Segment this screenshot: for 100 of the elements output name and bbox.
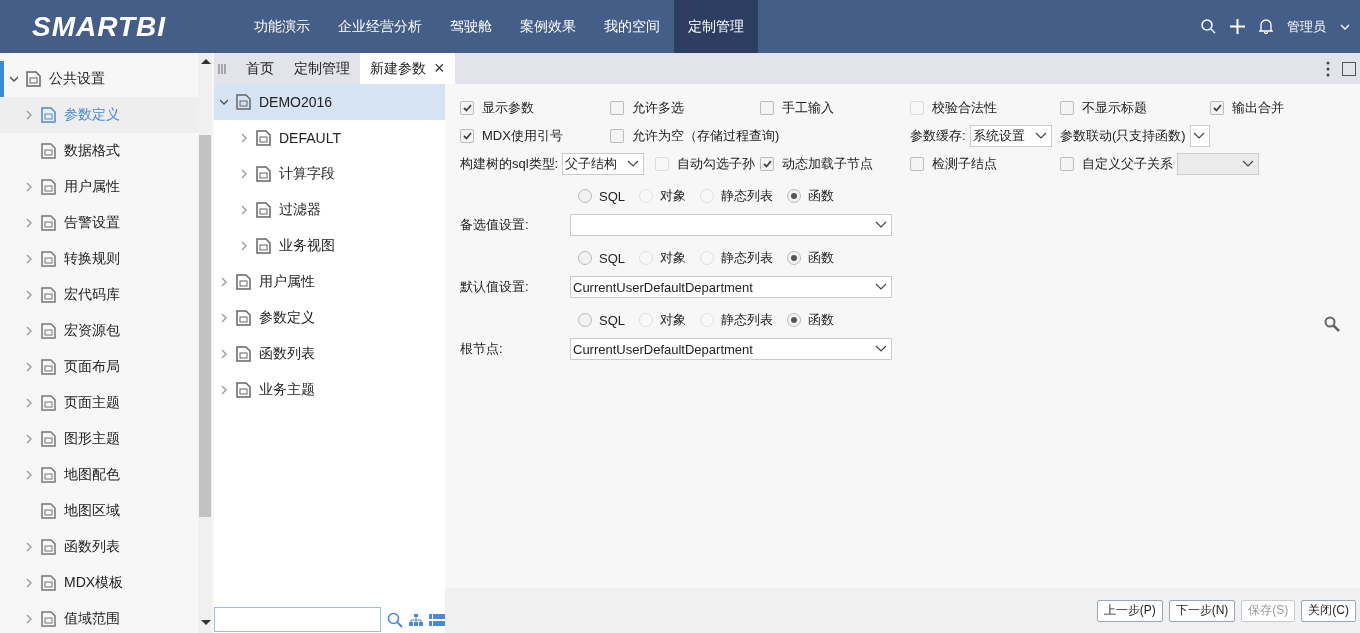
document-icon (41, 323, 56, 339)
sidebar-item[interactable]: MDX模板 (64, 574, 124, 592)
radio-button[interactable] (787, 313, 801, 327)
tab[interactable]: 定制管理 (284, 53, 360, 84)
radio-button[interactable] (787, 251, 801, 265)
hierarchy-icon[interactable] (409, 613, 423, 626)
bell-icon[interactable] (1259, 19, 1273, 34)
scrollbar[interactable] (198, 53, 212, 633)
dropdown[interactable]: CurrentUserDefaultDepartment (570, 338, 892, 360)
nav-item[interactable]: 案例效果 (506, 0, 590, 53)
sidebar-item[interactable]: 公共设置 (49, 70, 105, 88)
field-label: 参数联动(只支持函数) (1060, 127, 1186, 145)
document-icon (41, 431, 56, 447)
checkbox[interactable] (1060, 101, 1074, 115)
tree-item[interactable]: 业务视图 (279, 237, 335, 255)
checkbox[interactable] (1210, 101, 1224, 115)
chevron-icon[interactable] (220, 97, 228, 107)
radio-label: SQL (599, 312, 625, 328)
field-label: 备选值设置: (460, 216, 530, 234)
search-icon[interactable] (1201, 19, 1216, 34)
search-icon[interactable] (1324, 316, 1340, 332)
tree-item[interactable]: 过滤器 (279, 201, 321, 219)
radio-label: 对象 (660, 187, 686, 205)
plus-icon[interactable] (1230, 19, 1245, 34)
sidebar-item[interactable]: 数据格式 (64, 142, 120, 160)
action-button[interactable]: 关闭(C) (1301, 599, 1356, 622)
grip-icon[interactable] (218, 63, 226, 74)
document-icon (41, 359, 56, 375)
caret-icon (875, 221, 887, 229)
maximize-icon[interactable] (1342, 61, 1356, 76)
nav-item[interactable]: 驾驶舱 (436, 0, 506, 53)
sidebar-item[interactable]: 值域范围 (64, 610, 120, 628)
radio-label: SQL (599, 250, 625, 266)
sidebar-item[interactable]: 告警设置 (64, 214, 120, 232)
sidebar-item[interactable]: 页面布局 (64, 358, 120, 376)
sidebar-item[interactable]: 宏资源包 (64, 322, 120, 340)
chevron-icon[interactable] (10, 74, 18, 84)
search-field[interactable] (214, 607, 381, 632)
checkbox[interactable] (910, 157, 924, 171)
nav-item[interactable]: 企业经营分析 (324, 0, 436, 53)
checkbox[interactable] (460, 129, 474, 143)
sidebar-item[interactable]: 用户属性 (64, 178, 120, 196)
radio-button[interactable] (578, 251, 592, 265)
caret-icon (627, 160, 640, 168)
nav-item[interactable]: 定制管理 (674, 0, 758, 53)
list-icon[interactable] (429, 613, 445, 626)
tab[interactable]: 首页 (236, 53, 284, 84)
document-icon (41, 287, 56, 303)
sidebar-item[interactable]: 页面主题 (64, 394, 120, 412)
document-icon (41, 539, 56, 555)
radio-button[interactable] (787, 189, 801, 203)
radio-label: 函数 (808, 187, 834, 205)
checkbox[interactable] (760, 101, 774, 115)
checkbox[interactable] (760, 157, 774, 171)
tree-item[interactable]: 函数列表 (259, 345, 315, 363)
checkbox[interactable] (610, 101, 624, 115)
caret-icon[interactable] (1340, 23, 1350, 30)
action-button[interactable]: 上一步(P) (1096, 599, 1163, 622)
tree-item[interactable]: DEFAULT (279, 130, 341, 146)
checkbox[interactable] (1060, 157, 1074, 171)
document-icon (41, 611, 56, 627)
radio-button[interactable] (578, 189, 592, 203)
radio-label: 对象 (660, 311, 686, 329)
more-icon[interactable] (1326, 60, 1330, 77)
radio-label: 函数 (808, 311, 834, 329)
sidebar-item[interactable]: 宏代码库 (64, 286, 120, 304)
checkbox[interactable] (460, 101, 474, 115)
user-name[interactable]: 管理员 (1287, 17, 1326, 36)
dropdown[interactable]: 父子结构 (562, 153, 645, 175)
caret-icon (875, 345, 887, 353)
radio-label: SQL (599, 188, 625, 204)
checkbox-label: 校验合法性 (932, 99, 997, 117)
nav-item[interactable]: 我的空间 (590, 0, 674, 53)
sidebar-item[interactable]: 转换规则 (64, 250, 120, 268)
search-icon[interactable] (387, 611, 403, 628)
checkbox-label: 允许为空（存储过程查询) (632, 127, 780, 145)
tree-item[interactable]: 用户属性 (259, 273, 315, 291)
nav-item[interactable]: 功能演示 (240, 0, 324, 53)
tree-item[interactable]: 参数定义 (259, 309, 315, 327)
logo: SMARTBI (31, 9, 168, 44)
close-button[interactable]: × (434, 58, 445, 79)
tab[interactable]: 新建参数 × (360, 53, 455, 84)
action-button[interactable]: 下一步(N) (1168, 599, 1236, 622)
checkbox-label: 自动勾选子孙 (677, 155, 755, 173)
sidebar-item[interactable]: 图形主题 (64, 430, 120, 448)
tree-item[interactable]: 计算字段 (279, 165, 335, 183)
document-icon (256, 202, 271, 218)
dropdown[interactable]: 系统设置 (969, 125, 1052, 147)
checkbox[interactable] (610, 129, 624, 143)
dropdown[interactable] (1189, 125, 1210, 147)
checkbox-label: 手工输入 (782, 99, 834, 117)
dropdown[interactable]: CurrentUserDefaultDepartment (570, 276, 892, 298)
radio-button[interactable] (578, 313, 592, 327)
sidebar-item[interactable]: 地图配色 (64, 466, 120, 484)
sidebar-item[interactable]: 函数列表 (64, 538, 120, 556)
sidebar-item[interactable]: 地图区域 (64, 502, 120, 520)
document-icon (41, 215, 56, 231)
tree-item[interactable]: DEMO2016 (259, 94, 333, 110)
tree-item[interactable]: 业务主题 (259, 381, 315, 399)
document-icon (236, 382, 251, 398)
